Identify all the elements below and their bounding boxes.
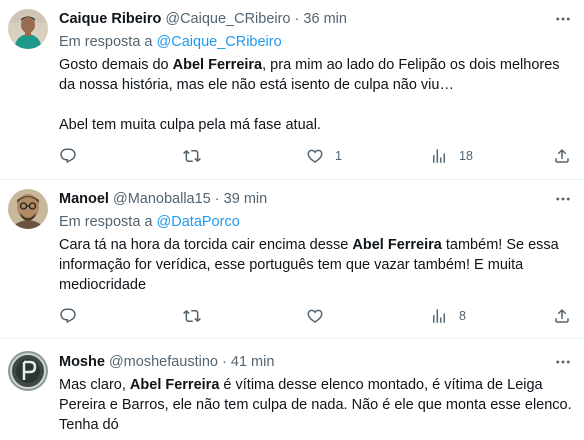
like-icon [306,307,324,325]
user-handle[interactable]: @Caique_CRibeiro [165,11,290,27]
avatar[interactable] [8,351,48,391]
more-icon[interactable] [554,9,572,29]
text-highlight: Abel Ferreira [129,377,220,393]
share-icon [553,147,571,165]
view-count: 8 [459,309,466,323]
user-handle[interactable]: @Manoballa15 [113,191,211,207]
separator-dot: · [214,191,220,207]
tweet-actions: 8 [59,305,584,327]
tweet-manoel[interactable]: Manoel @Manoballa15 · 39 min Em resposta… [0,180,584,339]
timestamp[interactable]: 36 min [303,11,347,27]
reply-prefix: Em resposta a [59,214,153,230]
tweet-moshe[interactable]: Moshe @moshefaustino · 41 min Mas claro,… [0,339,584,440]
text-part: Mas claro, [59,377,130,393]
like-button[interactable] [306,305,335,327]
avatar[interactable] [8,189,48,229]
views-icon [430,307,448,325]
views-button[interactable]: 8 [430,305,466,327]
reply-button[interactable] [59,145,88,167]
tweet-actions: 1 18 [59,145,584,167]
user-name[interactable]: Manoel [59,191,109,207]
view-count: 18 [459,149,473,163]
like-count: 1 [335,149,342,163]
reply-to-link[interactable]: @Caique_CRibeiro [157,34,282,50]
user-handle[interactable]: @moshefaustino [109,354,218,370]
tweet-text: Mas claro, Abel Ferreira é vítima desse … [59,375,574,435]
reply-context: Em resposta a @Caique_CRibeiro [59,32,574,52]
retweet-icon [183,307,201,325]
share-icon [553,307,571,325]
views-icon [430,147,448,165]
like-icon [306,147,324,165]
reply-icon [59,307,77,325]
user-name[interactable]: Caique Ribeiro [59,11,161,27]
tweet-text: Cara tá na hora da torcida cair encima d… [59,235,574,295]
timestamp[interactable]: 41 min [231,354,275,370]
reply-context: Em resposta a @DataPorco [59,212,574,232]
retweet-button[interactable] [183,305,212,327]
tweet-header: Caique Ribeiro @Caique_CRibeiro · 36 min [59,9,574,29]
tweet-header: Manoel @Manoballa15 · 39 min [59,189,574,209]
tweet-text: Gosto demais do Abel Ferreira, pra mim a… [59,55,574,135]
tweet-header: Moshe @moshefaustino · 41 min [59,352,574,372]
reply-prefix: Em resposta a [59,34,153,50]
user-name[interactable]: Moshe [59,354,105,370]
share-button[interactable] [553,145,571,167]
more-icon[interactable] [554,352,572,372]
views-button[interactable]: 18 [430,145,473,167]
like-button[interactable]: 1 [306,145,342,167]
share-button[interactable] [553,305,571,327]
text-part: Gosto demais do [59,57,173,73]
timestamp[interactable]: 39 min [224,191,268,207]
text-paragraph: Abel tem muita culpa pela má fase atual. [59,117,321,133]
text-part: Cara tá na hora da torcida cair encima d… [59,237,353,253]
tweet-caique[interactable]: Caique Ribeiro @Caique_CRibeiro · 36 min… [0,0,584,180]
reply-icon [59,147,77,165]
text-highlight: Abel Ferreira [172,57,263,73]
reply-button[interactable] [59,305,88,327]
separator-dot: · [222,354,227,370]
text-highlight: Abel Ferreira [352,237,442,253]
avatar[interactable] [8,9,48,49]
separator-dot: · [294,11,300,27]
more-icon[interactable] [554,189,572,209]
reply-to-link[interactable]: @DataPorco [157,214,240,230]
retweet-button[interactable] [183,145,212,167]
retweet-icon [183,147,201,165]
